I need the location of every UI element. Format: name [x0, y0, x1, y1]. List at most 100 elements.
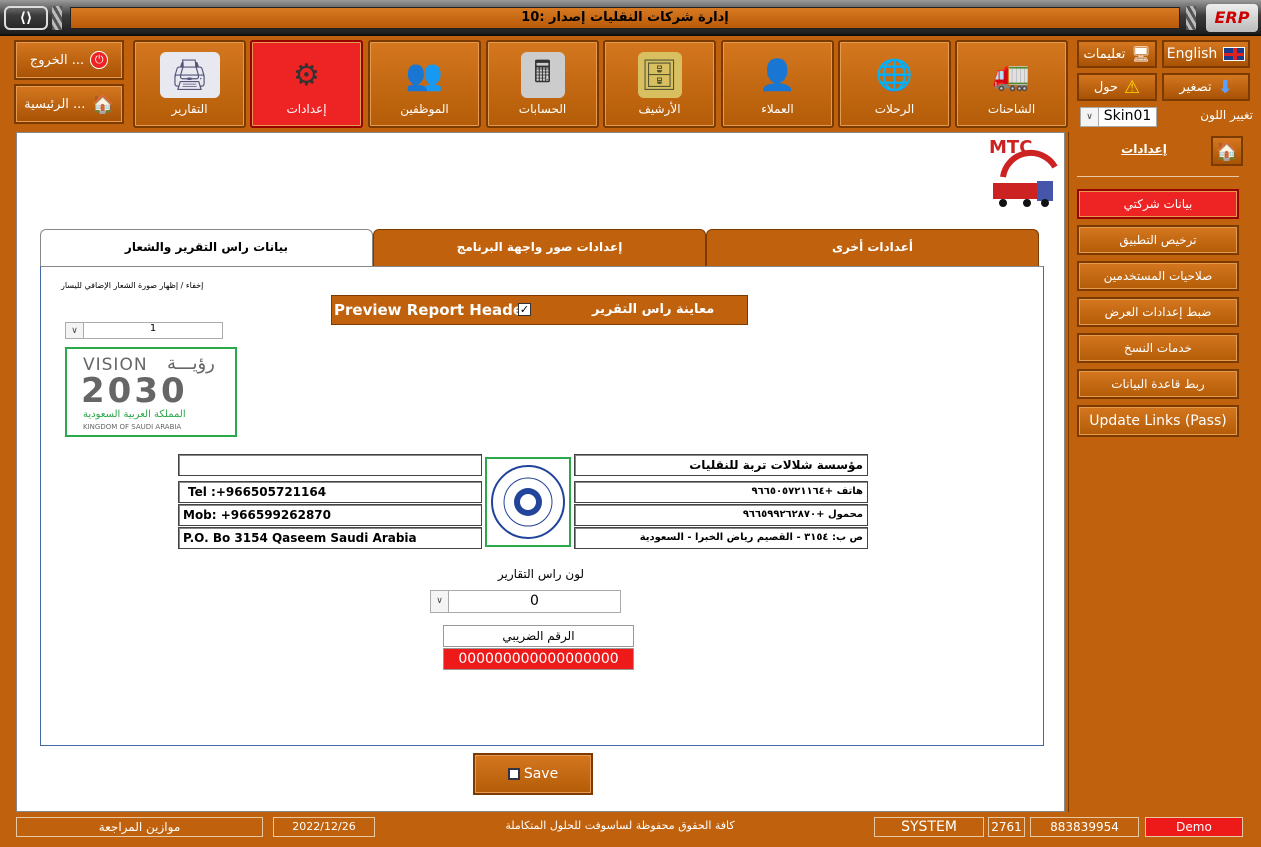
power-icon: ⏻: [90, 51, 109, 69]
tab-report-header[interactable]: بيانات راس التقرير والشعار: [40, 229, 373, 267]
language-button[interactable]: English: [1162, 40, 1250, 68]
module-label: الرحلات: [874, 102, 915, 116]
grip-left: [52, 6, 62, 30]
tax-number-field[interactable]: 000000000000000000: [443, 648, 634, 670]
skin-value: Skin01: [1103, 108, 1152, 124]
arrow-down-icon: ⬇: [1217, 76, 1233, 98]
language-label: English: [1166, 46, 1218, 62]
module-employees[interactable]: 👥 الموظفين: [368, 40, 481, 128]
about-button[interactable]: حول ⚠: [1077, 73, 1157, 101]
module-accounts[interactable]: 🖩 الحسابات: [486, 40, 599, 128]
sidebar-home-button[interactable]: 🏠: [1211, 136, 1243, 166]
employees-icon: 👥: [405, 57, 444, 93]
status-copyright: كافة الحقوق محفوظة لساسوفت للحلول المتكا…: [505, 819, 735, 832]
sidebar-item-display-settings[interactable]: ضبط إعدادات العرض: [1077, 297, 1239, 327]
status-left-item: موازين المراجعة: [16, 817, 263, 837]
seal-icon: [491, 465, 565, 539]
change-color-label: تغيير اللون: [1200, 108, 1253, 122]
home-label: الرئيسية ...: [24, 96, 86, 112]
sidebar-item-database[interactable]: ربط قاعدة البيانات: [1077, 369, 1239, 399]
status-date: 2022/12/26: [273, 817, 375, 837]
save-button[interactable]: Save: [473, 753, 593, 795]
vision-2030-logo: VISION رؤيـــة 2030 المملكة العربية السع…: [65, 347, 237, 437]
preview-header-toggle[interactable]: Preview Report Header ✓ معاينة راس التقر…: [331, 295, 748, 325]
right-info-line-4: ص ب: ٣١٥٤ - القصيم رياض الخبرا - السعودي…: [574, 527, 868, 549]
status-bar: موازين المراجعة 2022/12/26 كافة الحقوق م…: [0, 812, 1261, 847]
header-color-label: لون راس التقارير: [497, 567, 585, 581]
truck-icon: 🚛: [992, 57, 1031, 93]
right-info-line-3: محمول +٩٦٦٥٩٩٢٦٢٨٧٠: [574, 504, 868, 526]
module-trucks[interactable]: 🚛 الشاحنات: [955, 40, 1068, 128]
settings-sidebar: إعدادات 🏠 بيانات شركتي ترخيص التطبيق صلا…: [1068, 132, 1246, 812]
exit-label: الخروج ...: [29, 52, 85, 68]
tax-number-label: الرقم الضريبي: [443, 625, 634, 647]
house-icon: 🏠: [91, 93, 114, 115]
preview-label-en: Preview Report Header: [334, 301, 531, 319]
vision-kingdom-en: KINGDOM OF SAUDI ARABIA: [83, 423, 182, 431]
tab-other-settings[interactable]: أعدادات أخرى: [706, 229, 1039, 266]
about-label: حول: [1093, 79, 1119, 95]
module-label: إعدادات: [286, 102, 327, 116]
chevron-down-icon: ∨: [66, 323, 84, 338]
divider: [1077, 176, 1239, 177]
floppy-disk-icon: [507, 768, 520, 780]
save-label: Save: [523, 766, 559, 782]
module-clients[interactable]: 👤 العملاء: [721, 40, 834, 128]
module-trips[interactable]: 🌐 الرحلات: [838, 40, 951, 128]
instructions-button[interactable]: تعليمات 🖥: [1077, 40, 1157, 68]
status-serial: 883839954: [1030, 817, 1139, 837]
header-color-value: 0: [530, 593, 539, 609]
module-label: الأرشيف: [638, 102, 681, 116]
erp-brand: ERP: [1206, 4, 1258, 32]
left-info-line-2: Tel :+966505721164: [178, 481, 482, 503]
tab-panel: إخفاء / إظهار صورة الشعار الإضافي لليسار…: [40, 266, 1044, 746]
logo-select-value: 1: [149, 323, 157, 334]
skin-select[interactable]: ∨ Skin01: [1080, 107, 1157, 127]
title-bar: ⟨⟩ إدارة شركات النقليات إصدار :10 ERP: [0, 0, 1261, 36]
main-panel: MTC بيانات راس التقرير والشعار إعدادات ص…: [16, 132, 1065, 812]
sidebar-item-my-company[interactable]: بيانات شركتي: [1077, 189, 1239, 219]
exit-button[interactable]: الخروج ... ⏻: [14, 40, 124, 80]
left-info-line-4: P.O. Bo 3154 Qaseem Saudi Arabia: [178, 527, 482, 549]
calculator-icon: 🖩: [520, 52, 565, 98]
window-title: إدارة شركات النقليات إصدار :10: [70, 7, 1180, 29]
left-info-line-1: [178, 454, 482, 476]
sidebar-item-permissions[interactable]: صلاحيات المستخدمين: [1077, 261, 1239, 291]
printer-icon: 🖨: [159, 52, 220, 98]
sidebar-item-backup[interactable]: خدمات النسخ: [1077, 333, 1239, 363]
sidebar-item-update-links[interactable]: Update Links (Pass): [1077, 405, 1239, 437]
module-archive[interactable]: 🗄 الأرشيف: [603, 40, 716, 128]
house-icon: 🏠: [1215, 140, 1239, 162]
globe-icon: 🌐: [875, 57, 914, 93]
preview-checkbox[interactable]: ✓: [518, 303, 531, 316]
chevron-down-icon: ∨: [431, 591, 449, 612]
module-label: الموظفين: [400, 102, 449, 116]
mtc-logo: MTC: [985, 137, 1059, 213]
instructions-label: تعليمات: [1083, 46, 1126, 62]
status-mode: Demo: [1145, 817, 1243, 837]
status-user: SYSTEM: [874, 817, 984, 837]
warning-icon: ⚠: [1124, 76, 1141, 98]
minimize-label: تصغير: [1179, 79, 1212, 95]
chevron-down-icon: ∨: [1081, 108, 1099, 126]
vision-year: 2030: [81, 371, 188, 411]
module-label: الشاحنات: [987, 102, 1036, 116]
uk-flag-icon: [1223, 47, 1246, 61]
home-button[interactable]: الرئيسية ... 🏠: [14, 84, 124, 124]
tab-ui-images[interactable]: إعدادات صور واجهة البرنامج: [373, 229, 706, 266]
company-seal-logo: [485, 457, 571, 547]
module-settings[interactable]: ⚙ إعدادات: [250, 40, 363, 128]
minimize-button[interactable]: تصغير ⬇: [1162, 73, 1250, 101]
header-color-select[interactable]: ∨ 0: [430, 590, 621, 613]
sidebar-title: إعدادات: [1121, 142, 1167, 156]
truck-logo-icon: [993, 149, 1058, 207]
logo-select[interactable]: ∨ 1: [65, 322, 223, 339]
module-label: العملاء: [761, 102, 794, 116]
app-logo-icon: ⟨⟩: [4, 6, 48, 30]
module-reports[interactable]: 🖨 التقارير: [133, 40, 246, 128]
status-code: 2761: [988, 817, 1025, 837]
clients-icon: 👤: [758, 57, 797, 93]
monitor-icon: 🖥: [1131, 45, 1151, 63]
sidebar-item-license[interactable]: ترخيص التطبيق: [1077, 225, 1239, 255]
right-info-line-1: مؤسسة شلالات تربة للنقليات: [574, 454, 868, 476]
